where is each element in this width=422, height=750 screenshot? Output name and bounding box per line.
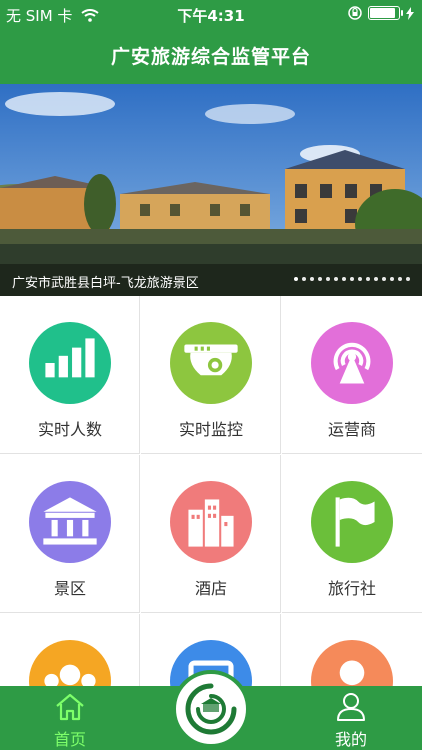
- header: 广安旅游综合监管平台: [0, 28, 422, 84]
- module-tile[interactable]: [282, 614, 422, 686]
- page-dot[interactable]: [390, 277, 394, 281]
- home-icon: [56, 693, 84, 721]
- security-camera-icon: [170, 322, 252, 404]
- platform-logo: [185, 683, 237, 735]
- battery-icon: [368, 6, 403, 20]
- page-dot[interactable]: [358, 277, 362, 281]
- module-tile[interactable]: 运营商: [282, 296, 422, 454]
- signal-bars-icon: [29, 322, 111, 404]
- module-label: 酒店: [194, 579, 227, 598]
- page-title: 广安旅游综合监管平台: [110, 46, 311, 68]
- flag-icon: [311, 481, 393, 563]
- broadcast-antenna-icon: [311, 322, 393, 404]
- tab-mine[interactable]: 我的: [296, 686, 406, 750]
- banner-caption-bar: 广安市武胜县白坪-飞龙旅游景区: [0, 264, 422, 296]
- page-dot[interactable]: [350, 277, 354, 281]
- banner-carousel[interactable]: 广安市武胜县白坪-飞龙旅游景区: [0, 84, 422, 296]
- broadcast-antenna-icon-glyph: [333, 342, 371, 384]
- status-bar: 无 SIM 卡 下午4:31: [0, 0, 422, 28]
- tab-home[interactable]: 首页: [15, 686, 125, 750]
- module-label: 景区: [53, 579, 86, 598]
- page-dot[interactable]: [342, 277, 346, 281]
- banner-caption: 广安市武胜县白坪-飞龙旅游景区: [12, 276, 199, 291]
- module-tile[interactable]: 实时监控: [141, 296, 281, 454]
- buildings-icon-glyph: [188, 499, 234, 547]
- page-dot[interactable]: [326, 277, 330, 281]
- module-tile[interactable]: 景区: [0, 455, 140, 613]
- module-label: 实时人数: [37, 420, 102, 439]
- page-dot[interactable]: [398, 277, 402, 281]
- page-dot[interactable]: [294, 277, 298, 281]
- rotation-lock-icon: [348, 6, 362, 20]
- status-right: [348, 6, 414, 20]
- page-dot[interactable]: [374, 277, 378, 281]
- person-icon: [311, 640, 393, 686]
- person-icon-glyph: [339, 660, 365, 686]
- module-tile[interactable]: [0, 614, 140, 686]
- module-label: 运营商: [327, 420, 376, 439]
- page-dot[interactable]: [302, 277, 306, 281]
- module-label: 实时监控: [178, 420, 243, 439]
- page-dot[interactable]: [382, 277, 386, 281]
- module-label: 旅行社: [327, 579, 376, 598]
- group-icon-glyph: [44, 664, 96, 686]
- security-camera-icon-glyph: [184, 344, 238, 376]
- module-tile[interactable]: 实时人数: [0, 296, 140, 454]
- signal-bars-icon-glyph: [45, 338, 95, 378]
- center-logo-button[interactable]: [172, 670, 250, 748]
- tab-home-label: 首页: [53, 730, 86, 749]
- group-icon: [29, 640, 111, 686]
- page-dot[interactable]: [310, 277, 314, 281]
- module-grid: 实时人数 实时监控 运营商景区 酒店 旅行社: [0, 296, 422, 686]
- page-dot[interactable]: [334, 277, 338, 281]
- flag-icon-glyph: [335, 497, 375, 547]
- page-dot[interactable]: [406, 277, 410, 281]
- charging-bolt-icon: [406, 6, 414, 20]
- buildings-icon: [170, 481, 252, 563]
- museum-icon-glyph: [43, 497, 97, 545]
- module-tile[interactable]: 酒店: [141, 455, 281, 613]
- banner-page-indicator[interactable]: [294, 277, 410, 281]
- module-tile[interactable]: 旅行社: [282, 455, 422, 613]
- page-dot[interactable]: [318, 277, 322, 281]
- user-icon: [337, 693, 365, 721]
- museum-icon: [29, 481, 111, 563]
- page-dot[interactable]: [366, 277, 370, 281]
- tab-mine-label: 我的: [334, 730, 367, 749]
